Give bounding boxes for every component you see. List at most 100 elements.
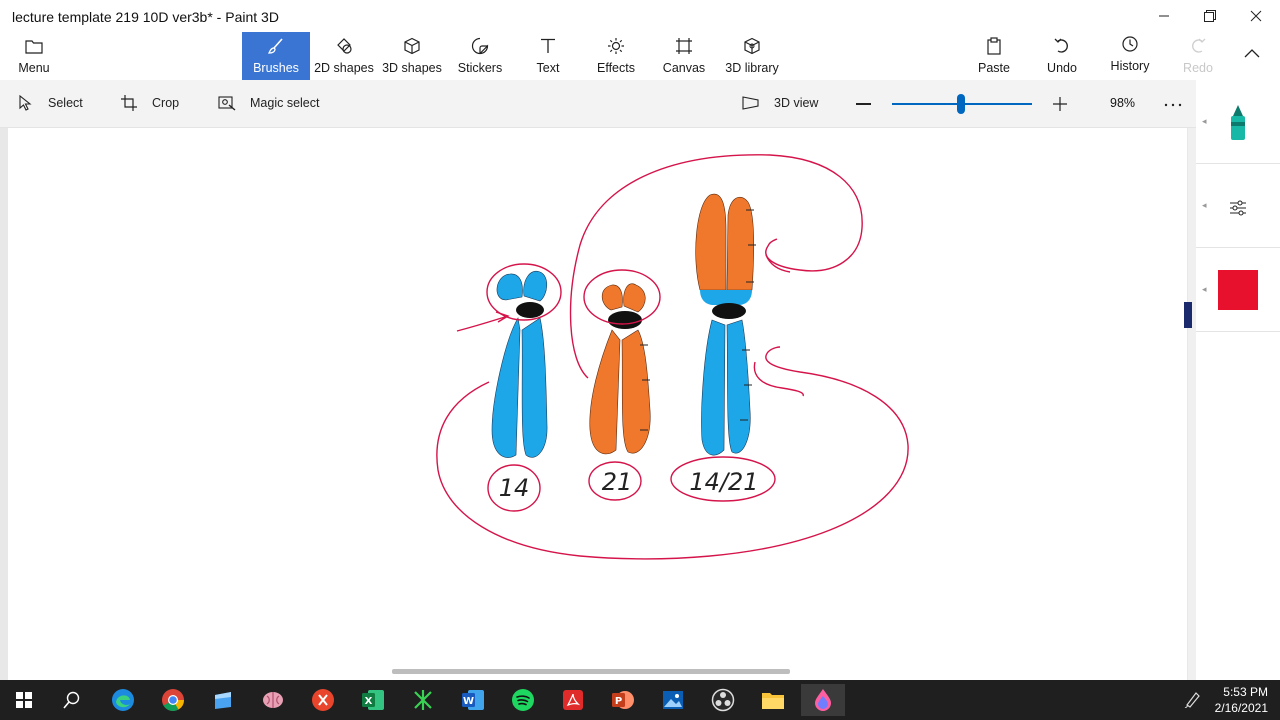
3d-shapes-icon [401,35,423,57]
more-options-button[interactable] [1164,96,1182,112]
files-icon[interactable] [201,684,245,716]
label-14-21: 14/21 [689,468,758,496]
zoom-percent: 98% [1110,96,1136,110]
marker-icon [1231,105,1245,140]
ribbon: Menu Brushes 2D shapes 3D shapes Sticker… [0,32,1280,80]
2d-shapes-icon [333,35,355,57]
chromosome-14-21 [640,193,756,456]
redo-icon [1187,35,1209,57]
drawing-canvas[interactable]: 14 21 14/21 [8,128,1187,680]
3d-view-toggle[interactable]: 3D view [742,94,818,112]
redo-label: Redo [1183,61,1213,75]
tab-stickers[interactable]: Stickers [446,32,514,80]
undo-button[interactable]: Undo [1032,32,1092,80]
chromosome-14 [456,263,562,458]
tab-2d-shapes[interactable]: 2D shapes [310,32,378,80]
tab-label: Effects [597,61,635,75]
crop-icon [120,94,138,112]
tab-label: Canvas [662,61,706,75]
3d-view-icon [742,94,760,112]
history-button[interactable]: History [1100,32,1160,80]
loop-hook [765,254,791,273]
undo-icon [1051,35,1073,57]
close-icon [1250,10,1262,22]
tab-label: Text [536,61,560,75]
window-title: lecture template 219 10D ver3b* - Paint … [12,9,279,25]
tab-3d-shapes[interactable]: 3D shapes [378,32,446,80]
file-explorer-icon[interactable] [751,684,795,716]
plus-icon [1053,97,1067,111]
zoom-in-button[interactable] [1052,96,1068,112]
chromosome-21 [583,269,661,455]
menu-button[interactable]: Menu [0,32,68,80]
restore-button[interactable] [1187,0,1233,32]
obs-icon[interactable] [701,684,745,716]
brush-settings[interactable]: ◂ [1196,164,1280,248]
caret-left-icon: ◂ [1202,200,1207,210]
photos-icon[interactable] [651,684,695,716]
crop-tool[interactable]: Crop [120,94,179,112]
minimize-button[interactable] [1141,0,1187,32]
zoom-out-button[interactable] [856,103,871,105]
color-picker[interactable]: ◂ [1196,248,1280,332]
system-clock[interactable]: 5:53 PM 2/16/2021 [1215,684,1268,716]
crop-label: Crop [152,96,180,110]
remote-icon[interactable] [301,684,345,716]
brush-picker[interactable]: ◂ [1196,80,1280,164]
clock-date: 2/16/2021 [1214,701,1268,715]
label-14: 14 [499,474,530,502]
label-21: 21 [602,468,633,496]
edge-icon[interactable] [101,684,145,716]
history-icon [1119,33,1141,55]
pen-tray-icon[interactable] [1184,690,1204,710]
windows-start-icon[interactable] [2,684,46,716]
redo-button[interactable]: Redo [1168,32,1228,80]
tab-3d-library[interactable]: 3D library [718,32,786,80]
select-tool[interactable]: Select [16,94,83,112]
caret-left-icon: ◂ [1202,284,1207,294]
magic-select-label: Magic select [250,96,320,110]
tab-effects[interactable]: Effects [582,32,650,80]
close-button[interactable] [1233,0,1279,32]
search-icon[interactable] [50,684,94,716]
collapse-ribbon-button[interactable] [1244,48,1268,64]
magic-select-tool[interactable]: Magic select [218,94,319,112]
chevron-up-icon [1244,49,1260,58]
powerpoint-icon[interactable]: P [601,684,645,716]
vertical-scroll-thumb[interactable] [1184,302,1192,328]
paste-button[interactable]: Paste [964,32,1024,80]
undo-label: Undo [1047,61,1077,75]
paste-icon [983,35,1005,57]
paste-label: Paste [978,61,1010,75]
paint-brain-icon[interactable] [251,684,295,716]
dev-icon[interactable] [401,684,445,716]
magic-select-icon [218,94,236,112]
chrome-icon[interactable] [151,684,195,716]
tab-label: 3D library [725,61,779,75]
3d-view-label: 3D view [774,96,819,110]
paint3d-icon[interactable] [801,684,845,716]
spotify-icon[interactable] [501,684,545,716]
tab-canvas[interactable]: Canvas [650,32,718,80]
text-icon [537,35,559,57]
zoom-slider-thumb[interactable] [956,94,965,114]
canvas-icon [673,35,695,57]
vertical-scrollbar[interactable] [1188,128,1196,680]
tab-brushes[interactable]: Brushes [242,32,310,80]
cursor-icon [16,94,34,112]
svg-text:P: P [615,696,622,707]
tab-text[interactable]: Text [514,32,582,80]
zoom-slider[interactable] [892,94,1032,114]
color-swatch[interactable] [1218,270,1258,310]
effects-icon [605,35,627,57]
acrobat-icon[interactable] [551,684,595,716]
svg-text:X: X [365,696,373,707]
tab-label: 2D shapes [314,61,374,75]
stickers-icon [469,35,491,57]
word-icon[interactable]: W [451,684,495,716]
title-bar: lecture template 219 10D ver3b* - Paint … [0,0,1280,32]
menu-label: Menu [18,61,50,75]
tab-label: Brushes [253,61,299,75]
excel-icon[interactable]: X [351,684,395,716]
horizontal-scrollbar[interactable] [392,669,790,674]
